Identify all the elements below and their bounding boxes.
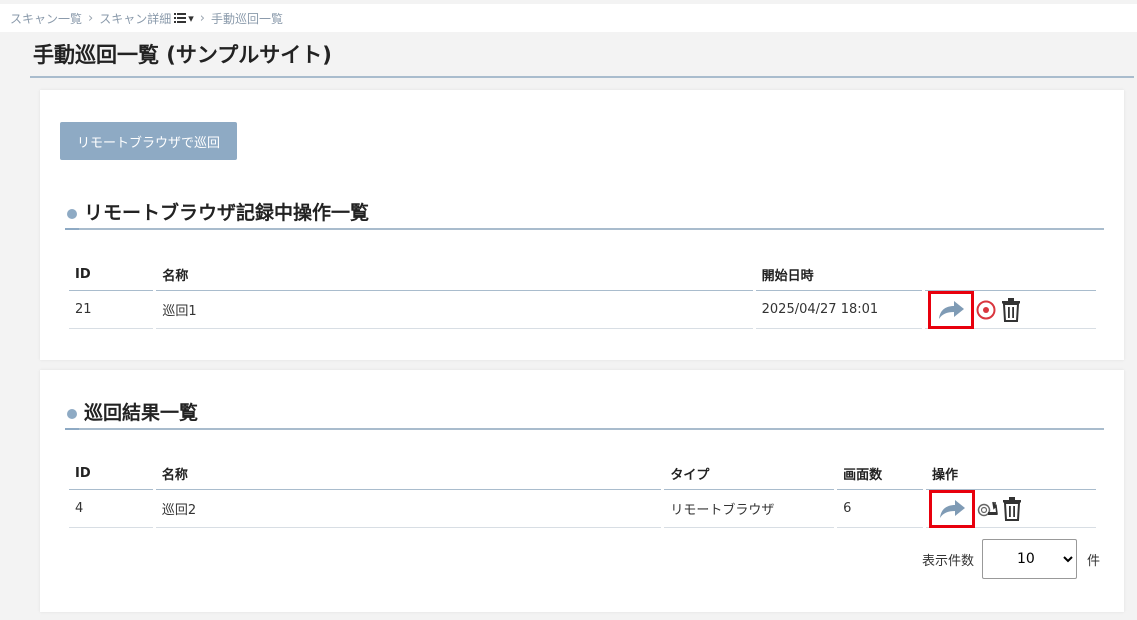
page-size-unit: 件 [1086,553,1100,569]
cell-ops [926,489,1096,528]
cell-start: 2025/04/27 18:01 [755,291,923,329]
results-table: ID 名称 タイプ 画面数 操作 4 巡回2 リモートブラウザ 6 [69,457,1096,528]
section-title-text: リモートブラウザ記録中操作一覧 [84,202,370,224]
page-title: 手動巡回一覧 (サンプルサイト) [30,40,1134,78]
table-row: 4 巡回2 リモートブラウザ 6 [69,489,1096,528]
trash-icon[interactable] [1002,496,1022,521]
col-name: 名称 [155,457,662,490]
col-start: 開始日時 [755,258,923,291]
chevron-right-icon: › [88,10,94,26]
col-ops: 操作 [926,457,1096,490]
share-arrow-icon[interactable] [929,489,975,528]
record-icon[interactable] [975,299,997,321]
remote-browser-patrol-button[interactable]: リモートブラウザで巡回 [60,122,237,160]
list-icon[interactable]: ▾ [174,12,194,25]
caret-down-icon: ▾ [188,11,194,25]
col-screens: 画面数 [837,457,924,490]
cell-screens: 6 [837,490,924,528]
cell-name: 巡回2 [155,490,662,528]
col-name: 名称 [156,258,753,291]
bullet-icon [67,209,77,219]
remote-recording-card: リモートブラウザで巡回 リモートブラウザ記録中操作一覧 ID 名称 開始日時 2… [40,90,1124,360]
cell-name: 巡回1 [156,291,753,329]
col-type: タイプ [664,457,835,490]
chevron-right-icon: › [199,10,205,26]
share-arrow-icon[interactable] [928,290,975,329]
col-ops [925,258,1096,291]
cell-type: リモートブラウザ [664,490,835,528]
cell-id: 21 [69,291,154,329]
col-id: ID [69,457,153,490]
cell-ops [925,290,1096,329]
breadcrumb-scan-detail[interactable]: スキャン詳細 [99,10,171,27]
bullet-icon [67,409,77,419]
col-id: ID [69,258,154,291]
breadcrumb-current: 手動巡回一覧 [210,11,283,26]
trash-icon[interactable] [1001,297,1021,322]
section-title-results: 巡回結果一覧 [65,400,1104,430]
breadcrumb-scan-list[interactable]: スキャン一覧 [10,10,82,27]
snail-icon[interactable] [976,498,998,520]
recording-table: ID 名称 開始日時 21 巡回1 2025/04/27 18:01 [69,258,1096,329]
page-size-control: 表示件数 10 件 [922,539,1100,579]
section-title-recording: リモートブラウザ記録中操作一覧 [65,200,1104,230]
section-title-text: 巡回結果一覧 [84,402,199,424]
breadcrumb: スキャン一覧 › スキャン詳細 ▾ › 手動巡回一覧 [0,4,1137,32]
table-row: 21 巡回1 2025/04/27 18:01 [69,290,1096,329]
cell-id: 4 [69,490,153,528]
page-size-select[interactable]: 10 [981,539,1077,579]
page-size-label: 表示件数 [921,553,974,569]
patrol-results-card: 巡回結果一覧 ID 名称 タイプ 画面数 操作 4 巡回2 リモートブラウザ 6… [40,370,1124,612]
